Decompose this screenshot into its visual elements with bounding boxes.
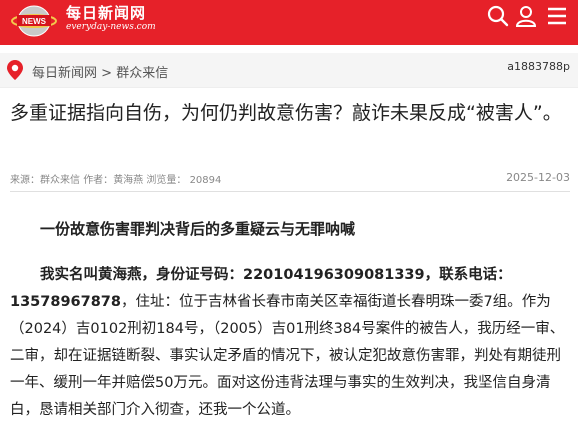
site-header: NEWS 每日新闻网 everyday-news.com <box>0 0 578 45</box>
user-icon <box>515 6 537 27</box>
article-title: 多重证据指向自伤，为何仍判故意伤害？敲诈未果反成“被害人”。 <box>10 102 562 124</box>
author-value: 黄海燕 <box>113 175 144 186</box>
menu-button[interactable] <box>545 4 569 28</box>
location-pin-icon <box>7 60 23 80</box>
logo-text: NEWS <box>22 17 47 26</box>
menu-icon <box>548 7 566 25</box>
article-subheading: 一份故意伤害罪判决背后的多重疑云与无罪呐喊 <box>40 220 356 238</box>
article-id: a1883788p <box>507 60 570 73</box>
search-button[interactable] <box>486 4 510 28</box>
breadcrumb-home[interactable]: 每日新闻网 <box>32 66 97 81</box>
site-name[interactable]: 每日新闻网 <box>66 2 146 23</box>
breadcrumb-section[interactable]: 群众来信 <box>116 66 168 81</box>
source-label: 来源： <box>10 175 40 186</box>
author-label: 作者： <box>83 175 114 186</box>
site-url: everyday-news.com <box>66 22 156 32</box>
publish-date: 2025-12-03 <box>506 171 570 184</box>
breadcrumb-separator: > <box>101 66 113 81</box>
breadcrumb: 每日新闻网 > 群众来信 a1883788p <box>0 53 578 88</box>
paragraph-text: ，住址：位于吉林省长春市南关区幸福街道长春明珠一委7组。作为（2024）吉010… <box>10 294 565 418</box>
article-paragraph: 我实名叫黄海燕，身份证号码：220104196309081339，联系电话：13… <box>10 262 572 424</box>
globe-logo-icon: NEWS <box>11 5 57 37</box>
site-logo[interactable]: NEWS <box>10 4 58 38</box>
user-button[interactable] <box>514 4 538 28</box>
views-label: 浏览量： <box>146 175 187 186</box>
search-icon <box>487 5 509 27</box>
meta-divider <box>10 191 570 192</box>
header-spacer <box>0 45 578 53</box>
source-value: 群众来信 <box>40 175 80 186</box>
article-meta: 来源：群众来信 作者：黄海燕 浏览量： 20894 2025-12-03 <box>10 171 570 186</box>
views-count: 20894 <box>189 175 222 186</box>
